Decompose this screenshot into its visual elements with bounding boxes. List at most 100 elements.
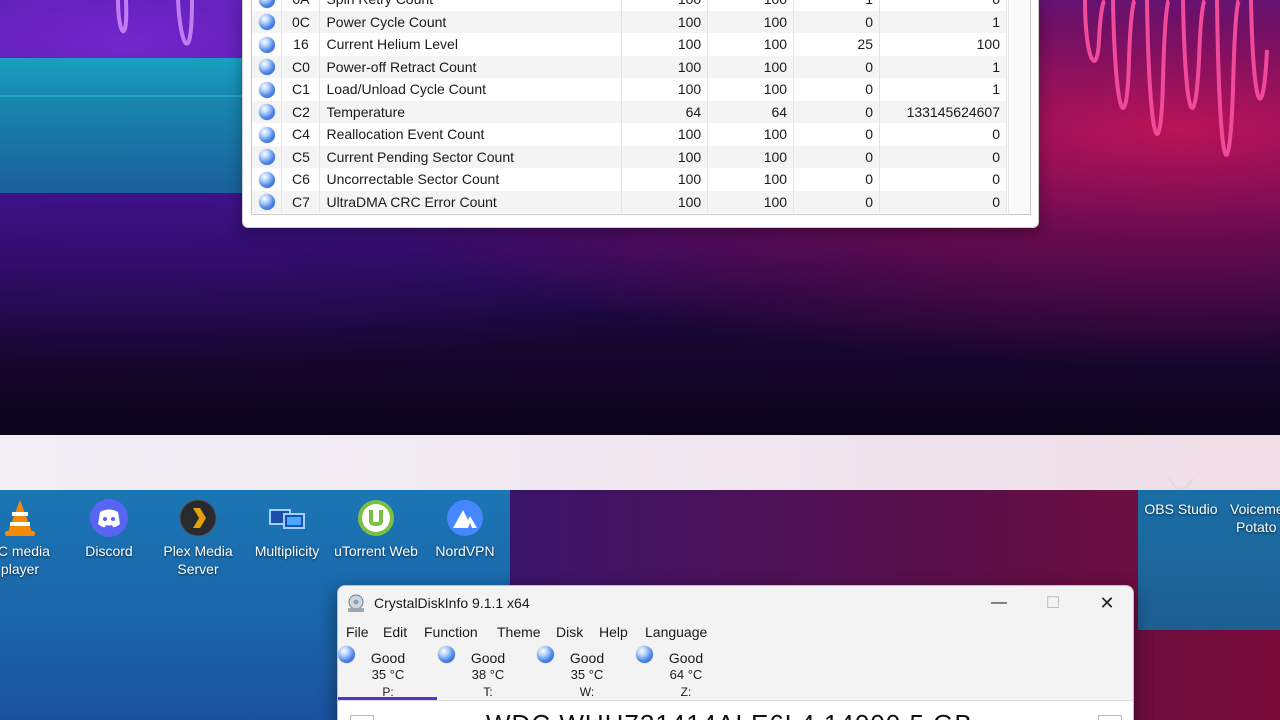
disk-tab-p[interactable]: Good 35 °C P: [338,646,438,699]
minimize-button[interactable]: — [972,586,1026,620]
smart-attribute-row[interactable]: C4 Reallocation Event Count 100 100 0 0 [252,123,1008,146]
smart-attribute-name: Power Cycle Count [319,10,623,33]
smart-attributes-list[interactable]: 0ASpin Retry Count100100100CPower Cycle … [251,0,1031,215]
disk-tab-w[interactable]: Good 35 °C W: [537,646,637,699]
smart-current: 100 [621,145,709,168]
smart-attribute-row[interactable]: C2 Temperature 64 64 0 133145624607 [252,100,1008,123]
desktop-icon-multiplicity[interactable]: Multiplicity [242,498,332,560]
menu-edit[interactable]: Edit [383,624,407,640]
smart-threshold: 25 [793,33,880,56]
status-good-icon [258,0,275,8]
status-good-icon [258,14,275,31]
desktop-icon-nordvpn[interactable]: NordVPN [420,498,510,560]
smart-list-scrollbar[interactable] [1008,0,1030,214]
smart-threshold: 0 [793,55,880,78]
menu-theme[interactable]: Theme [497,624,541,640]
smart-current: 100 [621,33,709,56]
crystaldiskinfo-app-icon [346,593,366,613]
disk-temperature: 35 °C [371,667,405,682]
disk-tab-z[interactable]: Good 64 °C Z: [636,646,736,699]
status-good-icon [258,194,275,211]
smart-threshold: 0 [793,10,880,33]
smart-attribute-name: Uncorrectable Sector Count [319,168,623,191]
desktop-icon-label: Multiplicity [254,543,320,559]
smart-current: 100 [621,168,709,191]
smart-id: 16 [281,33,321,56]
prev-disk-button[interactable] [350,715,374,720]
smart-current: 100 [621,78,709,101]
smart-attribute-name: Load/Unload Cycle Count [319,78,623,101]
maximize-button[interactable]: ☐ [1026,586,1080,620]
desktop-icon-discord[interactable]: Discord [64,498,154,560]
desktop-icon-label: Plex Media [163,543,233,559]
disk-info-panel: WDC WUH721414ALE6L4 14000.5 GB [338,700,1133,720]
smart-status-cell [252,78,283,101]
desktop-icon-label: Voiceme [1230,501,1280,517]
smart-threshold: 1 [793,0,880,11]
status-good-icon [258,126,275,143]
crystaldiskinfo-window: CrystalDiskInfo 9.1.1 x64 — ☐ ✕ File Edi… [337,585,1134,720]
smart-attribute-name: UltraDMA CRC Error Count [319,190,623,213]
smart-attribute-row[interactable]: 16 Current Helium Level 100 100 25 100 [252,33,1008,56]
disk-status: Good [668,650,704,666]
smart-attribute-name: Power-off Retract Count [319,55,623,78]
smart-attribute-name: Spin Retry Count [319,0,623,11]
next-disk-button[interactable] [1098,715,1122,720]
menu-help[interactable]: Help [599,624,628,640]
smart-current: 100 [621,55,709,78]
wallpaper-wave-left [116,0,194,46]
obs-icon [1161,470,1201,496]
smart-attribute-row[interactable]: C7 UltraDMA CRC Error Count 100 100 0 0 [252,190,1008,213]
smart-id: C1 [281,78,321,101]
multiplicity-icon [267,498,307,538]
smart-attribute-row[interactable]: 0ASpin Retry Count10010010 [252,0,1008,11]
desktop-icon-label-line2: Server [177,561,219,577]
desktop-icon-vlc[interactable]: LC media player [0,498,65,578]
smart-attribute-row[interactable]: C1 Load/Unload Cycle Count 100 100 0 1 [252,78,1008,101]
desktop-icon-voicemeeter[interactable]: Voiceme Potato [1218,500,1280,536]
smart-attribute-row[interactable]: 0C Power Cycle Count 100 100 0 1 [252,10,1008,33]
desktop-icon-label: LC media [0,543,50,559]
status-good-icon [258,36,275,53]
smart-status-cell [252,55,283,78]
smart-worst: 100 [707,190,795,213]
desktop-icon-obs[interactable]: OBS Studio [1136,470,1226,518]
smart-id: 0A [281,0,321,11]
smart-id: C4 [281,123,321,146]
desktop-icon-label: uTorrent Web [334,543,418,559]
disk-status: Good [569,650,605,666]
smart-worst: 100 [707,78,795,101]
menu-disk[interactable]: Disk [556,624,583,640]
smart-worst: 100 [707,145,795,168]
disk-tab-t[interactable]: Good 38 °C T: [438,646,538,699]
smart-status-cell [252,145,283,168]
smart-attribute-row[interactable]: C6 Uncorrectable Sector Count 100 100 0 0 [252,168,1008,191]
desktop-icon-label-line2: Potato [1236,519,1277,535]
smart-id: C5 [281,145,321,168]
smart-threshold: 0 [793,100,880,123]
utorrent-icon [356,498,396,538]
smart-status-cell [252,0,283,11]
close-button[interactable]: ✕ [1080,586,1133,620]
smart-raw-value: 1 [879,10,1008,33]
disk-temperature: 64 °C [669,667,703,682]
smart-attribute-row[interactable]: C0 Power-off Retract Count 100 100 0 1 [252,55,1008,78]
smart-raw-value: 1 [879,78,1008,101]
window-titlebar[interactable]: CrystalDiskInfo 9.1.1 x64 — ☐ ✕ [338,586,1133,620]
menu-language[interactable]: Language [645,624,707,640]
menu-bar: File Edit Function Theme Disk Help Langu… [338,622,1133,644]
smart-id: C7 [281,190,321,213]
disk-status: Good [370,650,406,666]
menu-function[interactable]: Function [424,624,478,640]
smart-raw-value: 0 [879,0,1008,11]
disk-status: Good [470,650,506,666]
desktop-light-strip [0,435,1280,490]
smart-current: 100 [621,10,709,33]
desktop-icon-utorrent[interactable]: uTorrent Web [331,498,421,560]
desktop-icon-plex[interactable]: Plex Media Server [153,498,243,578]
smart-worst: 100 [707,123,795,146]
smart-status-cell [252,190,283,213]
menu-file[interactable]: File [346,624,369,640]
smart-attribute-row[interactable]: C5 Current Pending Sector Count 100 100 0 0 [252,145,1008,168]
smart-current: 100 [621,190,709,213]
